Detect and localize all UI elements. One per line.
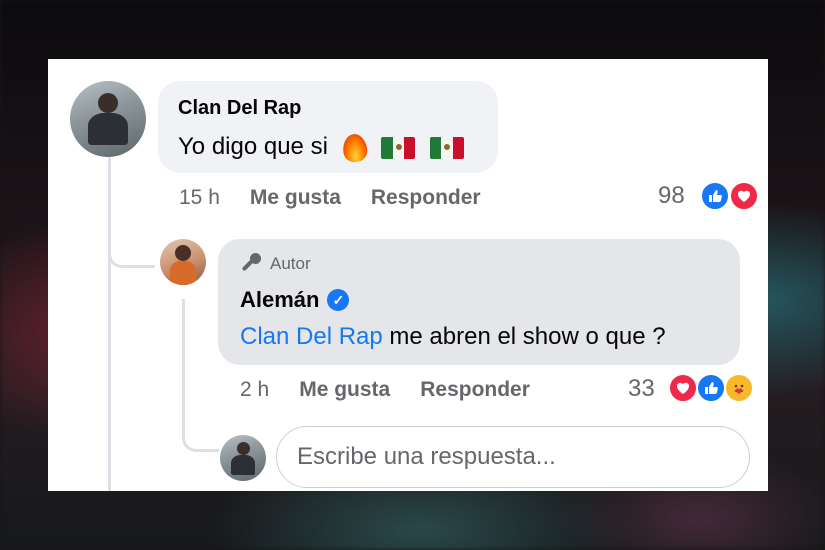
thread-line: [108, 157, 111, 491]
reaction-count[interactable]: 98: [658, 182, 685, 210]
reaction-count[interactable]: 33: [628, 375, 655, 403]
comment-meta: 15 h Me gusta Responder: [179, 186, 481, 210]
comment-text-content: Yo digo que si: [178, 133, 328, 160]
reply-button[interactable]: Responder: [371, 186, 481, 209]
like-reaction-icon[interactable]: [700, 181, 730, 211]
reply-meta: 2 h Me gusta Responder: [240, 378, 530, 402]
reply-input[interactable]: [276, 426, 750, 488]
commenter-avatar[interactable]: [70, 81, 146, 157]
reply-time[interactable]: 2 h: [240, 378, 269, 401]
thread-line: [182, 299, 185, 419]
mention-link[interactable]: Clan Del Rap: [240, 323, 383, 350]
reply-author-avatar[interactable]: [160, 239, 206, 285]
reply-text-content: me abren el show o que ?: [382, 323, 666, 350]
thread-connector: [108, 227, 155, 268]
verified-badge-icon: ✓: [327, 289, 350, 311]
like-button[interactable]: Me gusta: [299, 378, 390, 401]
microphone-icon: [240, 253, 262, 275]
reply-author-name-row: Alemán ✓: [240, 287, 350, 313]
thread-connector: [182, 409, 219, 452]
mexico-flag-emoji: [429, 136, 464, 159]
love-reaction-icon[interactable]: [729, 181, 759, 211]
comment-author-name[interactable]: Clan Del Rap: [178, 97, 301, 120]
mexico-flag-emoji: [381, 136, 416, 159]
like-reaction-icon[interactable]: [696, 373, 726, 403]
current-user-avatar: [220, 435, 266, 481]
fire-emoji: [341, 132, 368, 163]
comment-bubble: Clan Del Rap Yo digo que si: [158, 81, 498, 173]
author-badge: Autor: [240, 253, 311, 275]
comment-text: Yo digo que si: [178, 132, 464, 163]
reply-button[interactable]: Responder: [420, 378, 530, 401]
comment-time[interactable]: 15 h: [179, 186, 220, 209]
reply-text: Clan Del Rap me abren el show o que ?: [240, 323, 666, 351]
care-reaction-icon[interactable]: [724, 373, 754, 403]
reply-bubble: Autor Alemán ✓ Clan Del Rap me abren el …: [218, 239, 740, 365]
author-badge-label: Autor: [270, 254, 311, 273]
love-reaction-icon[interactable]: [668, 373, 698, 403]
like-button[interactable]: Me gusta: [250, 186, 341, 209]
comment-thread-card: Clan Del Rap Yo digo que si 15 h Me gusta…: [48, 59, 768, 491]
reply-author-name[interactable]: Alemán: [240, 287, 319, 313]
